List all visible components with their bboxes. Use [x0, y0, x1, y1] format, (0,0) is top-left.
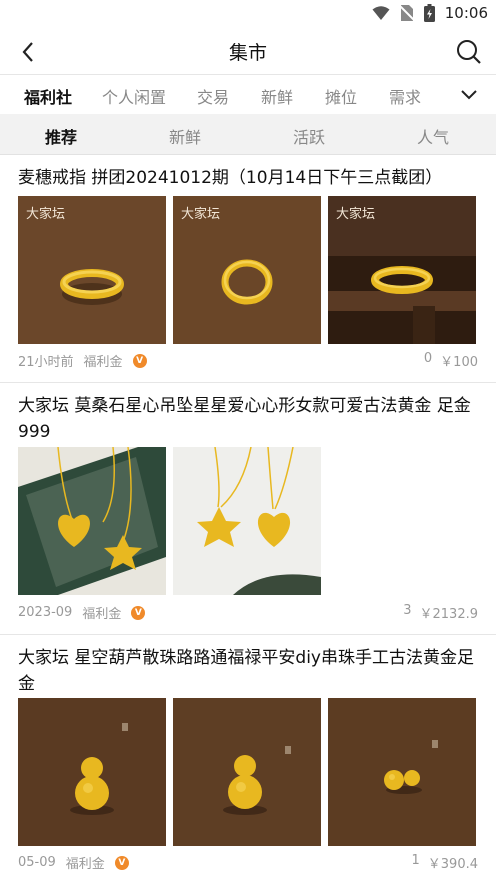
post-meta: 2023-09 福利金 V 3 ￥2132.9 — [18, 603, 478, 623]
tab-active[interactable]: 活跃 — [293, 124, 325, 148]
post-tag: 福利金 — [65, 857, 105, 872]
post-image[interactable]: 大家坛 — [18, 196, 166, 344]
verified-icon: V — [131, 605, 146, 620]
comment-count: 1 — [411, 853, 420, 868]
post-price: ￥390.4 — [427, 857, 478, 872]
sort-tabs: 推荐 新鲜 活跃 人气 — [0, 114, 496, 154]
status-bar: 10:06 — [0, 0, 496, 30]
tab-recommended[interactable]: 推荐 — [45, 124, 77, 148]
search-button[interactable] — [454, 37, 484, 67]
tab-fresh[interactable]: 新鲜 — [261, 84, 293, 108]
post-card[interactable]: 大家坛 星空葫芦散珠路路通福禄平安diy串珠手工古法黄金足金 05-09 福利金… — [0, 635, 496, 881]
category-tabs: 福利社 个人闲置 交易 新鲜 摊位 需求 — [0, 74, 496, 114]
tab-demand[interactable]: 需求 — [389, 84, 421, 108]
battery-icon — [423, 4, 435, 22]
post-image[interactable] — [18, 698, 166, 846]
watermark-text: 大家坛 — [26, 206, 65, 222]
watermark-text: 大家坛 — [181, 206, 220, 222]
chevron-down-icon — [461, 90, 477, 100]
post-image[interactable]: 大家坛 — [328, 196, 476, 344]
status-time: 10:06 — [444, 4, 488, 22]
post-image[interactable] — [173, 447, 321, 595]
wifi-icon — [372, 6, 390, 20]
post-tag: 福利金 — [83, 355, 123, 370]
post-title: 大家坛 星空葫芦散珠路路通福禄平安diy串珠手工古法黄金足金 — [18, 648, 474, 694]
watermark-text: 大家坛 — [336, 206, 375, 222]
post-tag: 福利金 — [82, 607, 122, 622]
verified-icon: V — [114, 855, 129, 870]
tab-popular[interactable]: 人气 — [417, 124, 449, 148]
post-image[interactable] — [18, 447, 166, 595]
post-title: 麦穗戒指 拼团20241012期（10月14日下午三点截团） — [18, 168, 443, 188]
tab-welfare[interactable]: 福利社 — [24, 84, 72, 108]
post-image[interactable]: 大家坛 — [173, 196, 321, 344]
post-card[interactable]: 大家坛 莫桑石星心吊坠星星爱心心形女款可爱古法黄金 足金999 2023-09 — [0, 383, 496, 633]
tab-newest[interactable]: 新鲜 — [169, 124, 201, 148]
comment-count: 3 — [403, 603, 412, 618]
comment-count: 0 — [423, 351, 433, 366]
verified-icon: V — [132, 353, 147, 368]
page-title: 集市 — [228, 42, 267, 64]
post-meta: 05-09 福利金 V 1 ￥390.4 — [18, 853, 478, 873]
tab-personal-idle[interactable]: 个人闲置 — [102, 84, 166, 108]
tab-stall[interactable]: 摊位 — [325, 84, 357, 108]
expand-categories-button[interactable] — [458, 85, 480, 105]
post-time: 21小时前 — [18, 355, 74, 370]
post-time: 2023-09 — [18, 605, 73, 620]
search-icon — [457, 40, 481, 64]
post-price: ￥2132.9 — [419, 607, 479, 622]
post-meta: 21小时前 福利金 V 0 ￥100 — [18, 351, 478, 371]
tab-trade[interactable]: 交易 — [197, 84, 229, 108]
post-title: 大家坛 莫桑石星心吊坠星星爱心心形女款可爱古法黄金 足金999 — [18, 396, 471, 442]
post-image[interactable] — [328, 698, 476, 846]
nav-bar: 集市 — [0, 30, 496, 74]
post-image[interactable] — [173, 698, 321, 846]
no-sim-icon — [399, 5, 414, 21]
post-time: 05-09 — [18, 855, 56, 870]
post-price: ￥100 — [440, 355, 478, 370]
post-card[interactable]: 麦穗戒指 拼团20241012期（10月14日下午三点截团） 大家坛 大家坛 大… — [0, 155, 496, 381]
